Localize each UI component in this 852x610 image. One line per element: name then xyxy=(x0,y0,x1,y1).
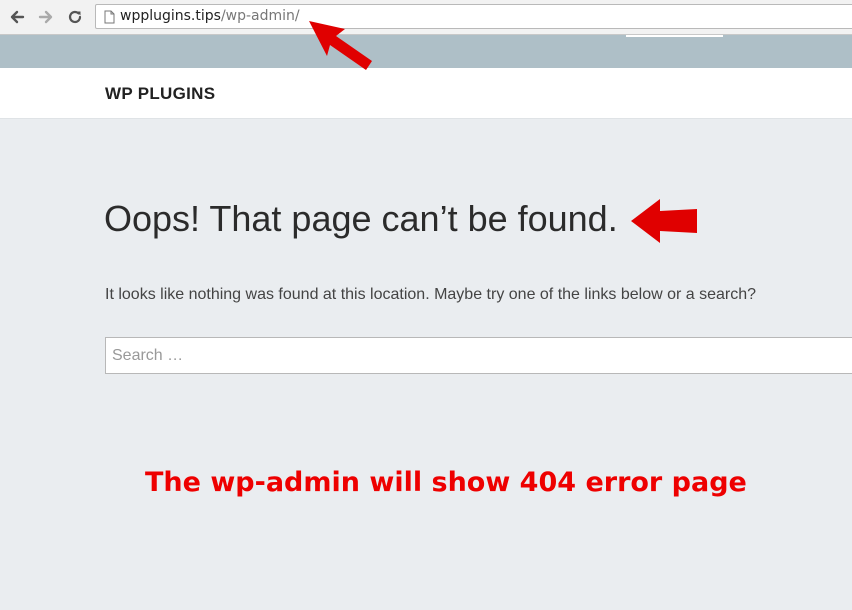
back-button[interactable] xyxy=(6,6,28,28)
band-highlight xyxy=(626,35,723,37)
page-icon xyxy=(104,10,115,24)
url-text: wpplugins.tips/wp-admin/ xyxy=(120,8,300,24)
forward-button[interactable] xyxy=(35,6,57,28)
forward-icon xyxy=(38,10,53,24)
reload-button[interactable] xyxy=(64,6,86,28)
annotation-caption: The wp-admin will show 404 error page xyxy=(145,467,747,498)
browser-toolbar: wpplugins.tips/wp-admin/ xyxy=(0,0,852,35)
page-title: Oops! That page can’t be found. xyxy=(104,198,618,239)
arrow-to-url-icon xyxy=(309,21,372,70)
url-path: /wp-admin/ xyxy=(220,8,300,24)
site-top-band xyxy=(0,35,852,68)
back-icon xyxy=(10,10,25,24)
site-header: WP PLUGINS xyxy=(0,68,852,119)
site-title-link[interactable]: WP PLUGINS xyxy=(105,84,215,104)
address-bar[interactable]: wpplugins.tips/wp-admin/ xyxy=(95,4,852,29)
search-input[interactable] xyxy=(105,337,852,374)
not-found-message: It looks like nothing was found at this … xyxy=(105,286,757,303)
url-domain: wpplugins.tips xyxy=(120,8,221,24)
reload-icon xyxy=(68,10,82,24)
arrow-to-headline-icon xyxy=(631,199,697,243)
